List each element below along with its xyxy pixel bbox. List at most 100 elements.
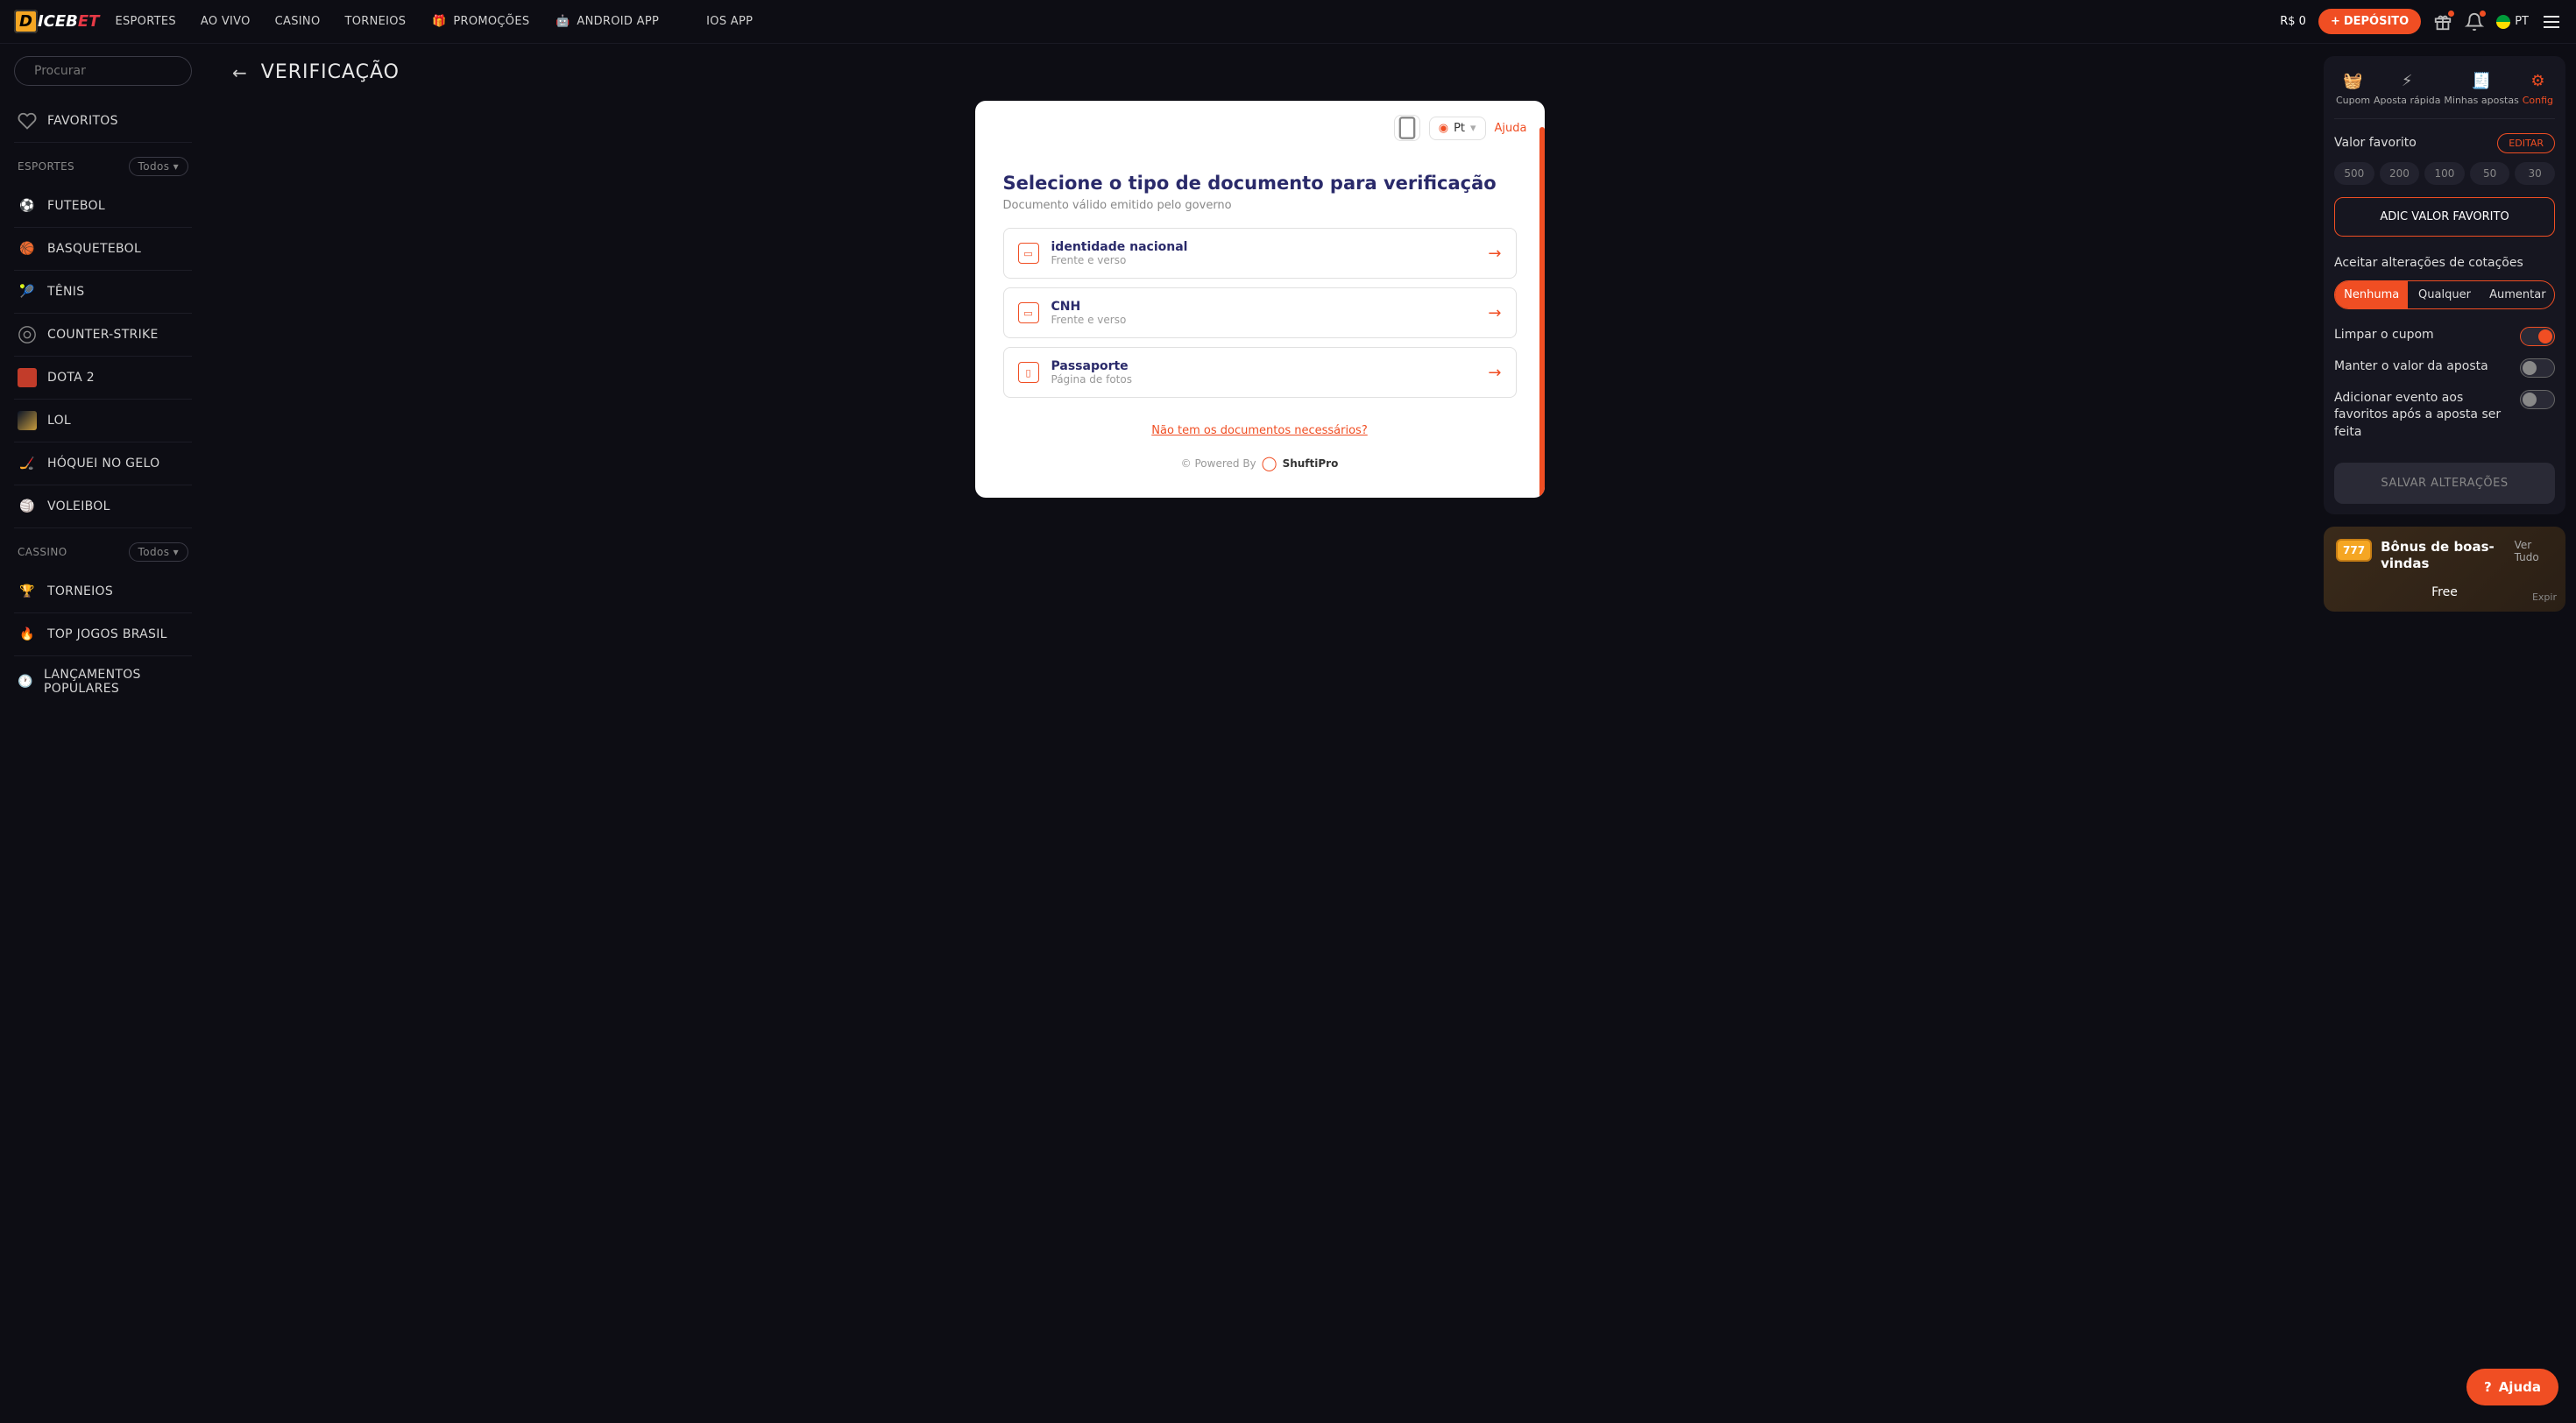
basket-icon: 🧺: [2343, 72, 2362, 91]
bonus-card[interactable]: 777 Bônus de boas-vindas Ver Tudo Free E…: [2324, 527, 2565, 612]
tab-minhas-apostas[interactable]: 🧾Minhas apostas: [2444, 72, 2518, 106]
tab-aposta-rapida[interactable]: ⚡Aposta rápida: [2374, 72, 2441, 106]
card-scrollbar[interactable]: [1539, 127, 1545, 498]
bonus-expir: Expir: [2532, 591, 2557, 603]
help-fab[interactable]: ? Ajuda: [2466, 1369, 2558, 1405]
toggle-adicionar-label: Adicionar evento aos favoritos após a ap…: [2334, 390, 2509, 442]
android-icon: 🤖: [554, 13, 571, 31]
add-favorite-button[interactable]: ADIC VALOR FAVORITO: [2334, 197, 2555, 237]
bell-badge: [2480, 11, 2486, 17]
card-help-link[interactable]: Ajuda: [1495, 122, 1527, 135]
seg-qualquer[interactable]: Qualquer: [2408, 281, 2480, 308]
nav-casino[interactable]: CASINO: [275, 15, 321, 28]
nav-android[interactable]: 🤖ANDROID APP: [554, 13, 659, 31]
verify-title: Selecione o tipo de documento para verif…: [1003, 173, 1517, 194]
sidebar-top-jogos[interactable]: 🔥TOP JOGOS BRASIL: [14, 613, 192, 656]
right-panel: 🧺Cupom ⚡Aposta rápida 🧾Minhas apostas ⚙C…: [2313, 44, 2576, 1423]
sidebar-hoquei[interactable]: 🏒HÓQUEI NO GELO: [14, 442, 192, 485]
fire-icon: 🔥: [18, 625, 37, 644]
main-content: ← VERIFICAÇÃO ◉Pt▾ Ajuda Selecione o tip…: [206, 44, 2313, 1423]
back-arrow-icon[interactable]: ←: [232, 62, 247, 83]
sports-filter-chip[interactable]: Todos ▾: [129, 157, 188, 176]
sidebar-dota[interactable]: DOTA 2: [14, 357, 192, 400]
bolt-icon: ⚡: [2402, 72, 2413, 91]
search-box[interactable]: [14, 56, 192, 86]
gift-badge: [2448, 11, 2454, 17]
toggle-adicionar[interactable]: [2520, 390, 2555, 409]
logo-mid: ICEB: [38, 12, 78, 31]
ver-tudo-link[interactable]: Ver Tudo: [2515, 539, 2553, 563]
tenis-label: TÊNIS: [47, 285, 84, 299]
card-lang-selector[interactable]: ◉Pt▾: [1429, 117, 1486, 140]
language-selector[interactable]: PT: [2496, 15, 2529, 29]
save-button[interactable]: SALVAR ALTERAÇÕES: [2334, 463, 2555, 504]
sidebar-favorites[interactable]: FAVORITOS: [14, 100, 192, 143]
cs-label: COUNTER-STRIKE: [47, 328, 159, 342]
futebol-label: FUTEBOL: [47, 199, 105, 213]
bell-icon[interactable]: [2465, 12, 2484, 32]
tab-config-label: Config: [2523, 95, 2553, 106]
toggle-limpar[interactable]: [2520, 327, 2555, 346]
amount-50[interactable]: 50: [2470, 162, 2510, 185]
license-icon: ▭: [1018, 302, 1039, 323]
amount-100[interactable]: 100: [2424, 162, 2465, 185]
amount-30[interactable]: 30: [2515, 162, 2555, 185]
heart-icon: [18, 111, 37, 131]
chevron-down-icon: ▾: [1470, 122, 1476, 135]
toggle-manter[interactable]: [2520, 358, 2555, 378]
sidebar-futebol[interactable]: ⚽FUTEBOL: [14, 185, 192, 228]
menu-icon[interactable]: [2541, 11, 2562, 32]
seg-nenhuma[interactable]: Nenhuma: [2335, 281, 2408, 308]
nav-ios-label: IOS APP: [706, 15, 753, 28]
mobile-icon[interactable]: [1394, 115, 1420, 141]
fav-value-label: Valor favorito: [2334, 136, 2417, 150]
nav-torneios[interactable]: TORNEIOS: [345, 15, 407, 28]
sidebar-tenis[interactable]: 🎾 TÊNIS: [14, 271, 192, 314]
deposit-button[interactable]: +DEPÓSITO: [2318, 9, 2421, 34]
edit-button[interactable]: EDITAR: [2497, 133, 2555, 153]
nav-promocoes[interactable]: 🎁PROMOÇÕES: [430, 13, 529, 31]
doc-option-cnh[interactable]: ▭ CNH Frente e verso →: [1003, 287, 1517, 338]
gift-icon[interactable]: [2433, 12, 2452, 32]
amount-500[interactable]: 500: [2334, 162, 2374, 185]
sidebar-lol[interactable]: LOL: [14, 400, 192, 442]
tab-cupom[interactable]: 🧺Cupom: [2336, 72, 2370, 106]
sidebar-lancamentos[interactable]: 🕐LANÇAMENTOS POPULARES: [14, 656, 192, 707]
lancamentos-label: LANÇAMENTOS POPULARES: [44, 668, 188, 696]
favorites-label: FAVORITOS: [47, 114, 118, 128]
nav-esportes[interactable]: ESPORTES: [115, 15, 175, 28]
card-header: ◉Pt▾ Ajuda: [975, 101, 1545, 155]
flag-icon: [2496, 15, 2510, 29]
seg-aumentar[interactable]: Aumentar: [2481, 281, 2554, 308]
receipt-icon: 🧾: [2472, 72, 2491, 91]
sidebar-torneios[interactable]: 🏆TORNEIOS: [14, 570, 192, 613]
amount-200[interactable]: 200: [2380, 162, 2420, 185]
doc-id-hint: Frente e verso: [1051, 254, 1476, 266]
bonus-free: Free: [2336, 585, 2553, 599]
help-fab-label: Ajuda: [2499, 1379, 2541, 1395]
powered-by: © Powered By ◯ ShuftiPro: [1003, 455, 1517, 471]
doc-option-id[interactable]: ▭ identidade nacional Frente e verso →: [1003, 228, 1517, 279]
toggle-limpar-label: Limpar o cupom: [2334, 327, 2509, 344]
betslip-box: 🧺Cupom ⚡Aposta rápida 🧾Minhas apostas ⚙C…: [2324, 56, 2565, 514]
search-input[interactable]: [34, 64, 187, 78]
sidebar-voleibol[interactable]: 🏐VOLEIBOL: [14, 485, 192, 528]
doc-cnh-hint: Frente e verso: [1051, 314, 1476, 326]
tennis-icon: 🎾: [18, 282, 37, 301]
sidebar-basquetebol[interactable]: 🏀BASQUETEBOL: [14, 228, 192, 271]
tab-config[interactable]: ⚙Config: [2523, 72, 2553, 106]
voleibol-label: VOLEIBOL: [47, 499, 110, 513]
arrow-right-icon: →: [1488, 244, 1501, 263]
globe-icon: ◉: [1439, 122, 1448, 135]
top-navigation: DICEBET ESPORTES AO VIVO CASINO TORNEIOS…: [0, 0, 2576, 44]
nav-ao-vivo[interactable]: AO VIVO: [201, 15, 251, 28]
logo[interactable]: DICEBET: [14, 12, 99, 31]
shufti-name: ShuftiPro: [1283, 457, 1339, 470]
no-docs-link[interactable]: Não tem os documentos necessários?: [1003, 424, 1517, 437]
toggle-manter-label: Manter o valor da aposta: [2334, 358, 2509, 376]
casino-filter-chip[interactable]: Todos ▾: [129, 542, 188, 562]
doc-option-passport[interactable]: ▯ Passaporte Página de fotos →: [1003, 347, 1517, 398]
sidebar-cs[interactable]: COUNTER-STRIKE: [14, 314, 192, 357]
nav-ios[interactable]: IOS APP: [683, 13, 753, 31]
accept-odds-label: Aceitar alterações de cotações: [2334, 256, 2555, 270]
